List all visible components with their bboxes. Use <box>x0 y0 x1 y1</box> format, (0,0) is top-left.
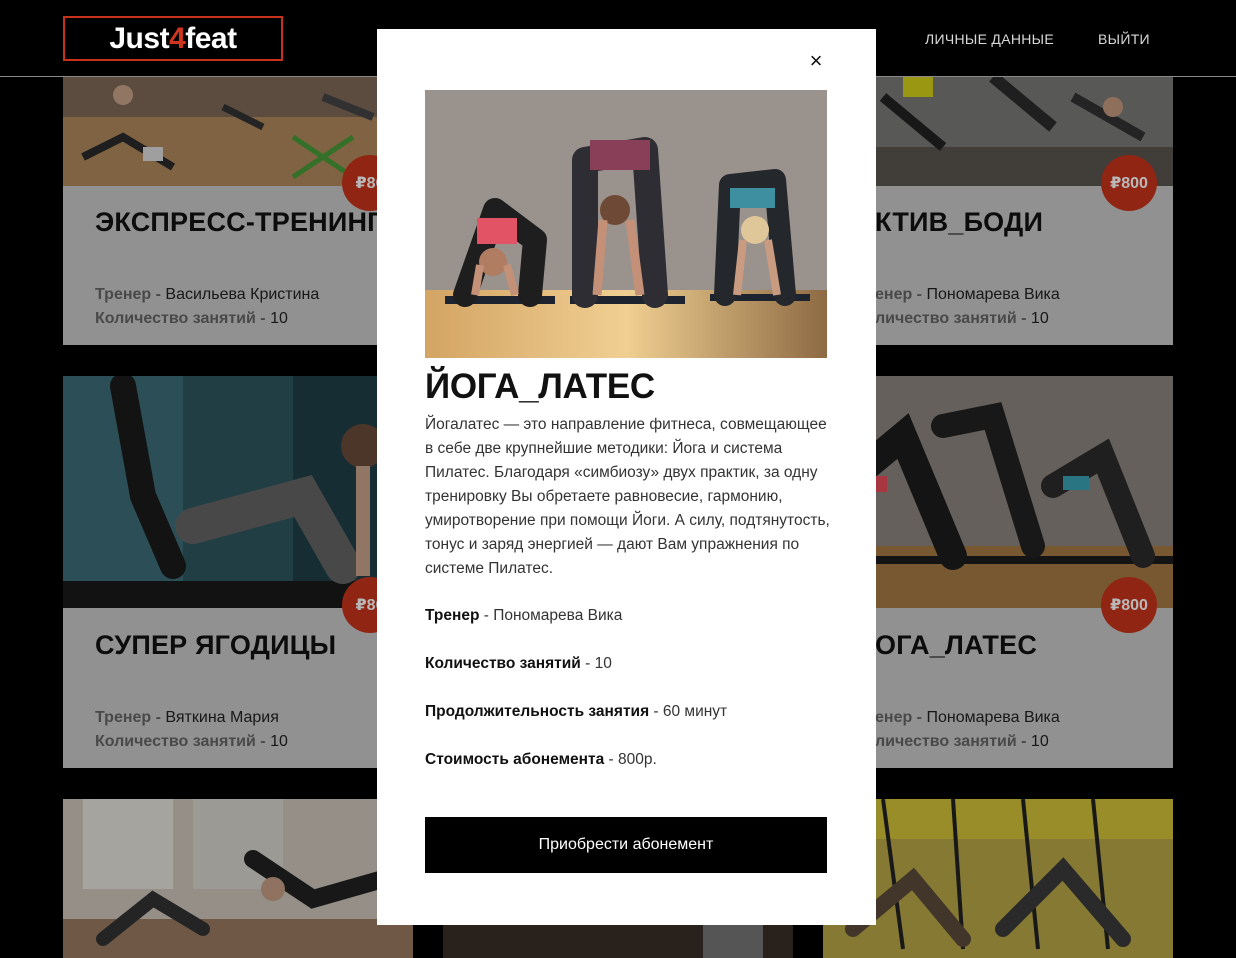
modal-cost: Стоимость абонемента - 800р. <box>425 751 657 769</box>
close-icon[interactable]: × <box>806 50 826 72</box>
modal-class-photo <box>425 90 827 358</box>
logo-text-just: Just <box>109 21 170 55</box>
duration-value: - 60 минут <box>649 703 728 720</box>
modal-description: Йогалатес — это направление фитнеса, сов… <box>425 416 830 577</box>
class-detail-modal: × ЙОГА_ЛАТЕС Йогалатес — это направление… <box>377 29 876 925</box>
buy-subscription-button[interactable]: Приобрести абонемент <box>425 817 827 873</box>
cost-value: - 800р. <box>604 751 657 768</box>
logo-text-feat: feat <box>185 21 237 55</box>
duration-label: Продолжительность занятия <box>425 703 650 720</box>
page: Just4feat Е ЛИЧНЫЕ ДАННЫЕ ВЫЙТИ ₽80 ЭКСП… <box>0 0 1236 958</box>
trainer-value: - Пономарева Вика <box>479 607 623 624</box>
sessions-value: - 10 <box>580 655 612 672</box>
logo[interactable]: Just 4 feat <box>63 16 283 61</box>
nav-logout[interactable]: ВЫЙТИ <box>1098 31 1150 47</box>
cost-label: Стоимость абонемента <box>425 751 605 768</box>
modal-trainer: Тренер - Пономарева Вика <box>425 607 622 625</box>
logo-text-four: 4 <box>169 21 186 55</box>
modal-duration: Продолжительность занятия - 60 минут <box>425 703 727 721</box>
sessions-label: Количество занятий <box>425 655 581 672</box>
trainer-label: Тренер <box>425 607 480 624</box>
modal-sessions: Количество занятий - 10 <box>425 655 612 673</box>
nav-personal-data[interactable]: ЛИЧНЫЕ ДАННЫЕ <box>925 31 1054 47</box>
modal-title: ЙОГА_ЛАТЕС <box>425 367 655 406</box>
